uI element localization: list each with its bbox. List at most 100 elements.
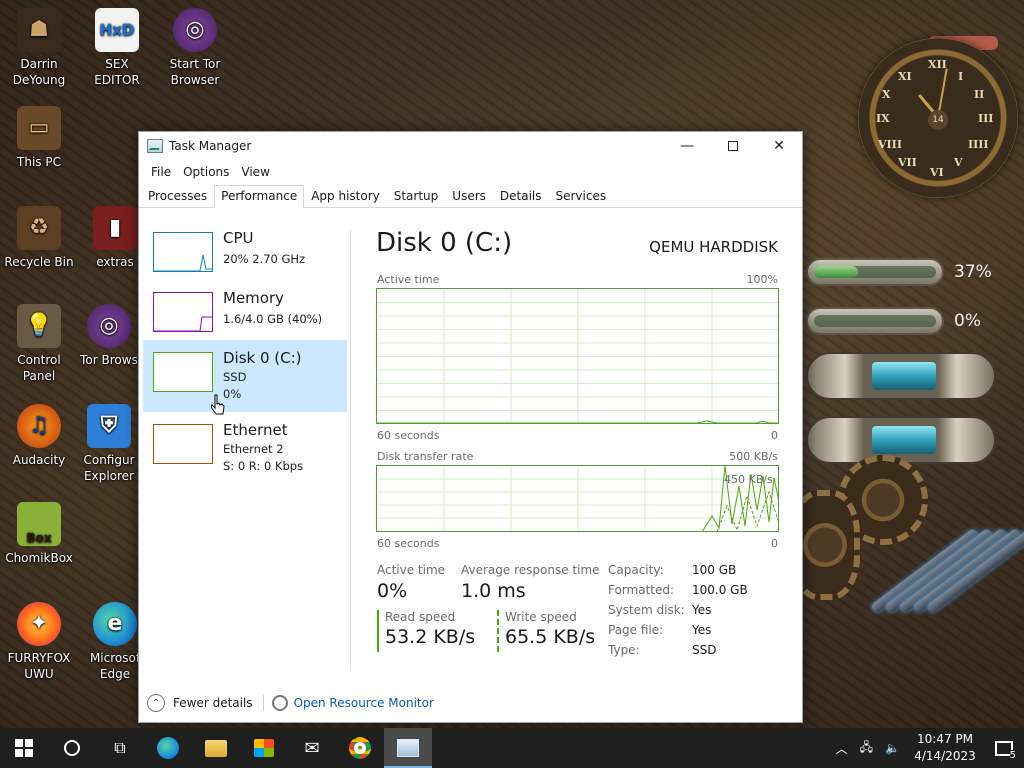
desktop-icon-tor-browser[interactable]: ◎ Tor Brows (78, 304, 140, 368)
firefox-icon: ✦ (17, 602, 61, 646)
task-view-icon: ⧉ (114, 738, 126, 757)
desktop-icon-furryfox[interactable]: ✦ FURRYFOX UWU (0, 602, 78, 682)
notification-button[interactable]: 5 (984, 728, 1024, 768)
search-button[interactable] (48, 728, 96, 768)
computer-icon: ▭ (17, 106, 61, 150)
capacity-key: Capacity: (608, 563, 664, 577)
volume-muted-icon[interactable]: 🔈 (879, 741, 906, 755)
clock-numeral: III (978, 112, 994, 125)
chrome-icon (349, 737, 371, 759)
clock-date: 14 (928, 110, 948, 130)
cpu-gauge-fill (814, 266, 859, 278)
tab-services[interactable]: Services (549, 185, 614, 207)
desktop-icon-darrin[interactable]: ☗ Darrin DeYoung (0, 8, 78, 88)
chevron-up-icon[interactable]: ⌃ (147, 694, 165, 712)
clock-numeral: X (882, 88, 891, 101)
sidebar-item-label: Memory (223, 289, 285, 307)
graph1-footer-left: 60 seconds (377, 429, 440, 442)
mail-icon: ✉ (304, 737, 320, 759)
disk-title: Disk 0 (C:) (376, 228, 513, 258)
sidebar-item-detail: Ethernet 2 (223, 442, 284, 456)
clock-numeral: I (958, 70, 964, 83)
clock-numeral: XII (928, 58, 947, 71)
desktop-icon-this-pc[interactable]: ▭ This PC (0, 106, 78, 170)
read-speed-box: Read speed 53.2 KB/s (377, 610, 475, 652)
sidebar-item-label: CPU (223, 229, 254, 247)
gauge-tube (806, 352, 996, 400)
desktop-icon-control-panel[interactable]: 💡 Control Panel (0, 304, 78, 384)
sidebar-item-label: Ethernet (223, 421, 288, 439)
chevron-up-icon[interactable]: ︿ (830, 740, 854, 757)
clock-numeral: IX (876, 112, 890, 125)
maximize-icon (728, 141, 738, 151)
search-circle-icon (64, 740, 80, 756)
resource-monitor-icon (271, 695, 288, 711)
read-speed-label: Read speed (385, 610, 456, 624)
desktop-icon-audacity[interactable]: ♫ Audacity (0, 404, 78, 468)
window-title: Task Manager (169, 139, 252, 153)
tab-app-history[interactable]: App history (304, 185, 387, 207)
desktop-icon-chomikbox[interactable]: Box ChomikBox (0, 502, 78, 566)
network-icon[interactable]: 🖧 (854, 738, 879, 759)
user-icon: ☗ (17, 8, 61, 52)
sidebar-item-ethernet[interactable]: Ethernet Ethernet 2 S: 0 R: 0 Kbps (143, 412, 347, 484)
tab-startup[interactable]: Startup (387, 185, 446, 207)
sidebar-item-detail: 20% 2.70 GHz (223, 252, 306, 266)
notification-count: 5 (1009, 750, 1016, 761)
shield-icon: ⛨ (87, 404, 131, 448)
type-key: Type: (608, 643, 640, 657)
taskbar-edge[interactable] (144, 728, 192, 768)
maximize-button[interactable] (710, 132, 756, 160)
tab-users[interactable]: Users (445, 185, 493, 207)
tor-icon: ◎ (87, 304, 131, 348)
cpu-gauge-text: 37% (954, 262, 992, 282)
tab-performance[interactable]: Performance (214, 185, 305, 208)
desktop-icon-hex-editor[interactable]: HxD SEX EDITOR (78, 8, 156, 88)
gauge-tube (806, 416, 996, 464)
desktop-icon-start-tor[interactable]: ◎ Start Tor Browser (156, 8, 234, 88)
title-bar[interactable]: Task Manager — ✕ (139, 132, 802, 160)
read-speed-value: 53.2 KB/s (385, 626, 476, 648)
taskbar-store[interactable] (240, 728, 288, 768)
taskbar-clock[interactable]: 10:47 PM 4/14/2023 (906, 731, 984, 765)
close-button[interactable]: ✕ (756, 132, 802, 160)
menu-options[interactable]: Options (177, 165, 235, 179)
active-time-label: Active time (377, 563, 446, 577)
desktop-icon-recycle-bin[interactable]: ♻ Recycle Bin (0, 206, 78, 270)
tab-strip: Processes Performance App history Startu… (139, 184, 802, 208)
task-manager-icon (147, 139, 163, 153)
desktop-icon-configure-explorer[interactable]: ⛨ Configur Explorer (78, 404, 140, 484)
capacity-value: 100 GB (692, 563, 737, 577)
open-resource-monitor-link[interactable]: Open Resource Monitor (294, 696, 434, 710)
task-view-button[interactable]: ⧉ (96, 728, 144, 768)
sidebar-item-detail: SSD (223, 370, 247, 384)
active-time-graph (376, 288, 779, 424)
clock-numeral: II (974, 88, 985, 101)
menu-view[interactable]: View (235, 165, 275, 179)
graph2-footer-left: 60 seconds (377, 537, 440, 550)
graph2-max: 500 KB/s (729, 450, 778, 463)
tab-details[interactable]: Details (493, 185, 549, 207)
tab-processes[interactable]: Processes (141, 185, 214, 207)
folder-icon: ▮ (93, 206, 137, 250)
start-button[interactable] (0, 728, 48, 768)
taskbar-chrome[interactable] (336, 728, 384, 768)
cpu-thumbnail-graph (153, 232, 213, 272)
menu-file[interactable]: File (145, 165, 177, 179)
fewer-details-link[interactable]: Fewer details (173, 696, 253, 710)
taskbar-file-explorer[interactable] (192, 728, 240, 768)
taskbar-mail[interactable]: ✉ (288, 728, 336, 768)
minimize-button[interactable]: — (664, 132, 710, 160)
recycle-bin-icon: ♻ (17, 206, 61, 250)
clock-numeral: VIII (878, 138, 902, 151)
taskbar-task-manager[interactable] (384, 728, 432, 768)
clock-numeral: VI (930, 166, 944, 179)
type-value: SSD (692, 643, 717, 657)
taskbar: ⧉ ✉ ︿ 🖧 🔈 10:47 PM 4/14/2023 5 (0, 728, 1024, 768)
clock-numeral: IIII (968, 138, 989, 151)
edge-icon: e (93, 602, 137, 646)
hex-editor-icon: HxD (95, 8, 139, 52)
audacity-icon: ♫ (17, 404, 61, 448)
sidebar-item-disk0[interactable]: Disk 0 (C:) SSD 0% (143, 340, 347, 412)
write-speed-label: Write speed (505, 610, 577, 624)
